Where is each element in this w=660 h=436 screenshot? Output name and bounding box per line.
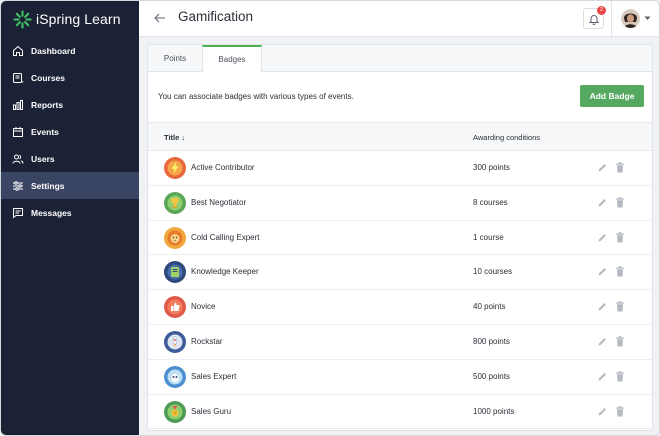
sort-arrow-icon: ↓: [181, 133, 186, 142]
badge-title: Rockstar: [191, 336, 223, 346]
edit-pencil-icon[interactable]: [597, 301, 608, 312]
trash-icon[interactable]: [615, 301, 625, 312]
badge-condition: 1 course: [473, 232, 504, 242]
sidebar-item-label: Reports: [31, 99, 64, 110]
notifications-button[interactable]: 2: [583, 6, 606, 29]
sidebar-item-dashboard[interactable]: Dashboard: [1, 37, 139, 64]
badge-condition: 10 courses: [473, 267, 513, 277]
sidebar-item-settings[interactable]: Settings: [1, 172, 139, 199]
trash-icon[interactable]: [615, 336, 625, 347]
book-badge-icon: [164, 261, 186, 284]
sidebar-item-reports[interactable]: Reports: [1, 91, 139, 118]
trash-icon[interactable]: [615, 405, 625, 417]
gamification-card: Points Badges You can associate badges w…: [147, 44, 653, 431]
sidebar-item-events[interactable]: Events: [1, 118, 139, 145]
notification-count-badge: 2: [597, 6, 606, 15]
app-name: iSpring Learn: [36, 11, 121, 27]
edit-pencil-icon[interactable]: [597, 336, 608, 347]
tab-points[interactable]: Points: [148, 45, 202, 72]
home-icon: [13, 45, 23, 56]
back-arrow-icon[interactable]: [153, 11, 167, 25]
sidebar-item-label: Users: [31, 153, 55, 164]
edit-pencil-icon[interactable]: [597, 232, 608, 243]
rocket-badge-icon: [164, 330, 186, 353]
badge-title: Cold Calling Expert: [191, 232, 260, 242]
header-divider: [611, 1, 612, 37]
chevron-down-icon[interactable]: [644, 16, 651, 21]
badges-description: You can associate badges with various ty…: [158, 92, 354, 101]
edit-pencil-icon[interactable]: [597, 162, 608, 173]
sidebar-item-messages[interactable]: Messages: [1, 199, 139, 226]
ispring-logo-icon: [13, 9, 32, 29]
edit-pencil-icon[interactable]: [597, 371, 608, 382]
badge-title: Knowledge Keeper: [191, 267, 259, 277]
badge-title: Novice: [191, 302, 216, 312]
message-icon: [13, 207, 23, 219]
badge-condition: 800 points: [473, 336, 510, 346]
trash-icon[interactable]: [615, 371, 625, 382]
badge-condition: 300 points: [473, 163, 510, 172]
top-bar: Gamification 2: [139, 1, 659, 37]
trash-icon[interactable]: [615, 231, 625, 243]
badge-title: Best Negotiator: [191, 197, 247, 207]
trophy-badge-icon: [164, 191, 186, 214]
trash-icon[interactable]: [615, 197, 625, 208]
table-row: Best Negotiator 8 courses: [148, 186, 652, 221]
column-header-title[interactable]: Title ↓: [164, 133, 185, 142]
user-avatar-icon: [621, 9, 640, 28]
sidebar-item-label: Settings: [31, 180, 65, 191]
badge-condition: 1000 points: [473, 406, 515, 416]
users-icon: [12, 154, 24, 164]
trash-icon[interactable]: [615, 266, 625, 277]
bar-chart-icon: [13, 99, 23, 110]
tab-bar: Points Badges: [148, 45, 652, 73]
lion-badge-icon: [164, 226, 186, 249]
owl-badge-icon: [164, 365, 186, 388]
edit-pencil-icon[interactable]: [597, 266, 608, 277]
badge-title: Sales Guru: [191, 406, 232, 416]
tab-badges[interactable]: Badges: [202, 45, 262, 73]
app-logo[interactable]: iSpring Learn: [13, 9, 121, 29]
table-row: Cold Calling Expert 1 course: [148, 221, 652, 256]
sidebar-item-users[interactable]: Users: [1, 145, 139, 172]
medal-badge-icon: [164, 400, 186, 423]
column-title-label: Title: [164, 133, 180, 142]
bell-icon: [588, 15, 600, 25]
table-row: Active Contributor 300 points: [148, 151, 652, 186]
table-row: Rockstar 800 points: [148, 325, 652, 360]
badge-condition: 500 points: [473, 371, 510, 381]
calendar-icon: [13, 126, 23, 137]
table-row: Sales Guru 1000 points: [148, 395, 652, 430]
table-header: Title ↓ Awarding conditions: [148, 122, 652, 151]
table-row: Knowledge Keeper 10 courses: [148, 255, 652, 291]
page-title: Gamification: [178, 9, 254, 24]
trash-icon[interactable]: [615, 162, 625, 173]
badge-title: Sales Expert: [191, 371, 237, 381]
sidebar-item-label: Courses: [31, 72, 66, 83]
badge-condition: 8 courses: [473, 197, 508, 207]
badge-condition: 40 points: [473, 302, 506, 312]
sidebar: iSpring Learn Dashboard Courses Reports …: [1, 1, 139, 435]
sidebar-item-label: Dashboard: [31, 45, 76, 56]
edit-pencil-icon[interactable]: [597, 197, 608, 208]
column-header-conditions: Awarding conditions: [473, 133, 540, 142]
courses-icon: [13, 72, 24, 83]
sidebar-nav: Dashboard Courses Reports Events Users S…: [1, 37, 139, 226]
sliders-icon: [13, 180, 23, 191]
edit-pencil-icon[interactable]: [597, 406, 608, 417]
avatar[interactable]: [621, 9, 640, 28]
table-row: Novice 40 points: [148, 290, 652, 325]
sidebar-item-label: Messages: [31, 207, 72, 218]
app-window: iSpring Learn Dashboard Courses Reports …: [0, 0, 660, 436]
sidebar-item-label: Events: [31, 126, 59, 137]
sidebar-item-courses[interactable]: Courses: [1, 64, 139, 91]
thumbs-up-badge-icon: [164, 296, 186, 319]
badges-table-body: Active Contributor 300 points Best Negot…: [148, 151, 652, 430]
add-badge-button[interactable]: Add Badge: [580, 85, 644, 107]
lightning-badge-icon: [164, 157, 186, 179]
table-row: Sales Expert 500 points: [148, 360, 652, 395]
badge-title: Active Contributor: [191, 163, 255, 172]
